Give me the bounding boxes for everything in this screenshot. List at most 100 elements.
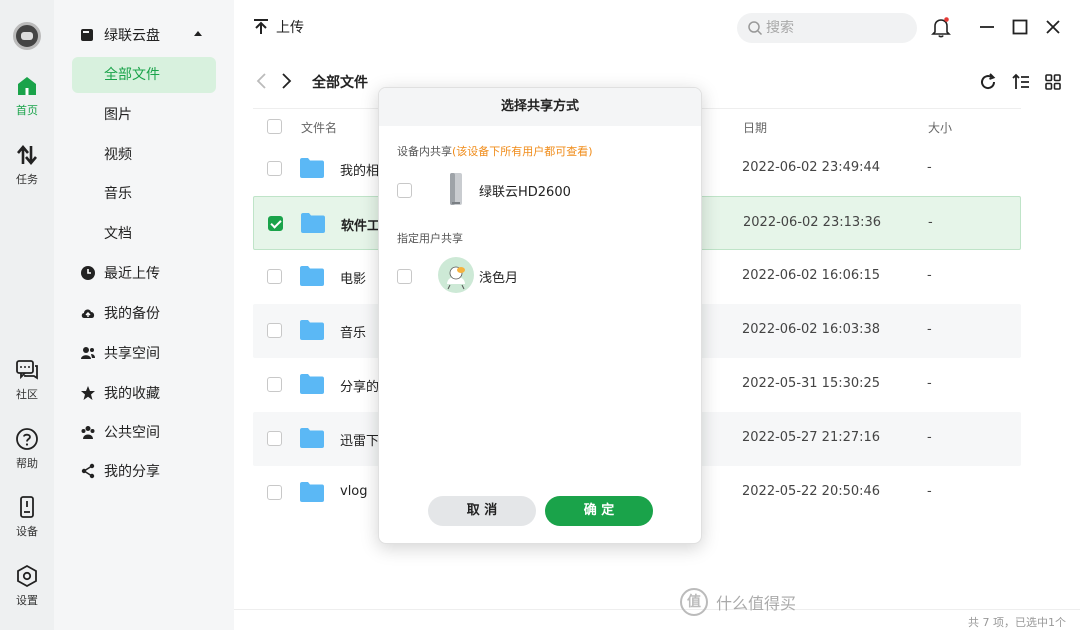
sidebar-item-label: 我的分享 <box>104 464 160 480</box>
row-checkbox[interactable] <box>267 485 282 500</box>
row-checkbox[interactable] <box>267 377 282 392</box>
watermark-text: 什么值得买 <box>716 594 797 613</box>
device-share-option[interactable]: 绿联云HD2600 <box>397 170 687 210</box>
rail-item-tasks[interactable]: 任务 <box>0 143 54 187</box>
device-share-checkbox[interactable] <box>397 183 412 198</box>
sidebar-item-label: 公共空间 <box>104 425 160 441</box>
rail-item-help[interactable]: 帮助 <box>0 427 54 471</box>
file-size: - <box>928 215 933 230</box>
folder-icon <box>300 266 324 286</box>
sidebar-item-documents[interactable]: 文档 <box>72 216 216 252</box>
column-name[interactable]: 文件名 <box>301 119 337 136</box>
rail-item-community[interactable]: 社区 <box>0 358 54 402</box>
device-share-hint: (该设备下所有用户都可查看) <box>452 145 593 158</box>
sidebar-item-all-files[interactable]: 全部文件 <box>72 57 216 93</box>
column-date[interactable]: 日期 <box>743 119 767 136</box>
sidebar-item-music[interactable]: 音乐 <box>72 176 216 212</box>
share-icon <box>81 463 95 479</box>
refresh-icon[interactable] <box>978 72 998 92</box>
star-icon <box>81 386 95 400</box>
grid-view-icon[interactable] <box>1043 72 1063 92</box>
maximize-icon[interactable] <box>1009 16 1031 38</box>
row-checkbox[interactable] <box>268 216 283 231</box>
bell-icon[interactable] <box>930 16 952 38</box>
file-date: 2022-06-02 16:06:15 <box>742 268 881 283</box>
sort-icon[interactable] <box>1011 72 1031 92</box>
folder-icon <box>300 374 324 394</box>
close-icon[interactable] <box>1042 16 1064 38</box>
group-icon <box>81 426 95 439</box>
search-box[interactable] <box>737 13 917 43</box>
sidebar: 绿联云盘 全部文件 图片 视频 音乐 文档 最近上传 我的备份 共享空间 我的收… <box>54 0 234 630</box>
folder-icon <box>300 320 324 340</box>
settings-icon <box>17 564 37 588</box>
nas-device-icon <box>450 173 462 205</box>
sidebar-item-label: 我的备份 <box>104 306 160 322</box>
file-name: vlog <box>340 484 368 499</box>
rail-label-help: 帮助 <box>16 457 38 470</box>
row-checkbox[interactable] <box>267 269 282 284</box>
sidebar-item-favorites[interactable]: 我的收藏 <box>80 383 230 403</box>
chevron-left-icon[interactable] <box>254 72 270 90</box>
selection-count: 共 7 项，已选中1个 <box>968 616 1066 629</box>
footer-divider <box>234 609 1080 610</box>
cancel-button[interactable]: 取 消 <box>428 496 536 526</box>
cloud-upload-icon <box>81 309 95 318</box>
column-size[interactable]: 大小 <box>928 119 952 136</box>
page-title: 全部文件 <box>312 75 368 91</box>
file-size: - <box>927 376 932 391</box>
sidebar-item-label: 共享空间 <box>104 346 160 362</box>
sidebar-item-shared-space[interactable]: 共享空间 <box>80 343 230 363</box>
chevron-up-icon[interactable] <box>194 31 202 36</box>
file-size: - <box>927 322 932 337</box>
sidebar-item-backup[interactable]: 我的备份 <box>80 303 230 323</box>
drive-icon <box>81 29 93 41</box>
search-input[interactable] <box>766 20 906 36</box>
sidebar-group-cloud[interactable]: 绿联云盘 <box>80 25 230 45</box>
rail-label-tasks: 任务 <box>16 173 38 186</box>
sidebar-item-label: 最近上传 <box>104 266 160 282</box>
confirm-button[interactable]: 确 定 <box>545 496 653 526</box>
user-avatar[interactable] <box>13 22 41 50</box>
file-date: 2022-06-02 23:49:44 <box>742 160 881 175</box>
user-share-checkbox[interactable] <box>397 269 412 284</box>
file-date: 2022-06-02 16:03:38 <box>742 322 881 337</box>
select-all-checkbox[interactable] <box>267 119 282 134</box>
file-date: 2022-05-22 20:50:46 <box>742 484 881 499</box>
user-name: 浅色月 <box>479 271 519 286</box>
file-size: - <box>927 268 932 283</box>
chevron-right-icon[interactable] <box>278 72 294 90</box>
file-size: - <box>927 160 932 175</box>
sidebar-group-label: 绿联云盘 <box>104 28 160 44</box>
row-checkbox[interactable] <box>267 323 282 338</box>
rail-label-settings: 设置 <box>16 594 38 607</box>
device-share-label: 设备内共享 <box>397 145 452 158</box>
row-checkbox[interactable] <box>267 431 282 446</box>
sidebar-item-my-shares[interactable]: 我的分享 <box>80 461 230 481</box>
folder-icon <box>300 482 324 502</box>
device-icon <box>20 496 34 518</box>
minimize-icon[interactable] <box>976 16 998 38</box>
rail-item-home[interactable]: 首页 <box>0 74 54 118</box>
watermark: 值 什么值得买 <box>680 588 796 616</box>
sidebar-item-videos[interactable]: 视频 <box>72 137 216 173</box>
rail-label-home: 首页 <box>16 104 38 117</box>
rail-item-settings[interactable]: 设置 <box>0 564 54 608</box>
sidebar-item-public-space[interactable]: 公共空间 <box>80 422 230 442</box>
upload-button[interactable]: 上传 <box>252 17 304 37</box>
file-name: 分享的 <box>340 380 380 395</box>
sidebar-item-recent[interactable]: 最近上传 <box>80 263 230 283</box>
row-checkbox[interactable] <box>267 161 282 176</box>
file-date: 2022-06-02 23:13:36 <box>743 215 882 230</box>
sidebar-item-pictures[interactable]: 图片 <box>72 97 216 133</box>
file-name: 我的相 <box>340 164 380 179</box>
user-share-option[interactable]: 浅色月 <box>397 256 687 296</box>
rail-label-community: 社区 <box>16 388 38 401</box>
folder-icon <box>300 428 324 448</box>
file-size: - <box>927 484 932 499</box>
chat-icon <box>16 360 38 380</box>
rail-item-device[interactable]: 设备 <box>0 495 54 539</box>
file-name: 电影 <box>340 272 367 287</box>
file-name: 音乐 <box>340 326 367 341</box>
file-name: 软件工 <box>341 219 381 234</box>
